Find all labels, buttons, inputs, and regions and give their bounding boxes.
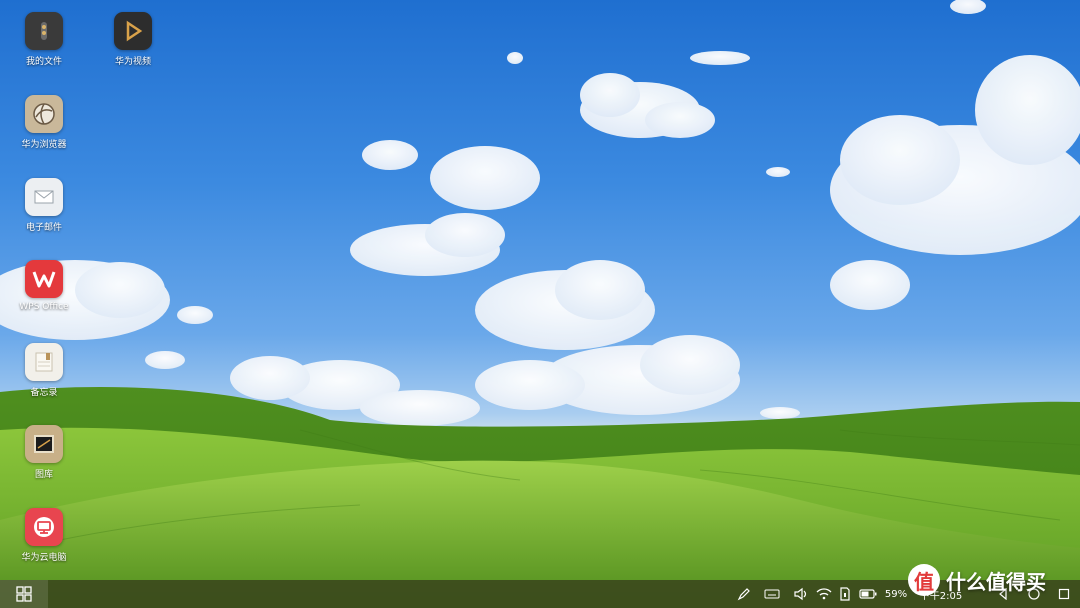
watermark-logo: 值: [908, 564, 940, 596]
desktop-wallpaper: [0, 0, 1080, 608]
desktop-icon-label: 华为浏览器: [21, 140, 67, 150]
desktop-icon-my-files[interactable]: 我的文件: [9, 12, 79, 67]
desktop-icon-label: 电子邮件: [25, 223, 62, 233]
photo-gallery-icon: [25, 425, 63, 463]
folder-files-icon: [25, 12, 63, 50]
battery-percentage: 59%: [884, 588, 908, 600]
app-grid-icon: [16, 586, 32, 602]
desktop-icon-wps-office[interactable]: WPS Office: [9, 260, 79, 312]
wallpaper-landscape: [0, 0, 1080, 608]
desktop-icon-memo[interactable]: 备忘录: [9, 343, 79, 398]
volume-icon[interactable]: [789, 580, 813, 608]
desktop-icon-label: WPS Office: [19, 302, 69, 312]
desktop-icon-email[interactable]: 电子邮件: [9, 178, 79, 233]
desktop-icon-label: 图库: [34, 470, 53, 480]
desktop-icon-label: 华为视频: [114, 57, 151, 67]
notepad-icon: [25, 343, 63, 381]
watermark-text: 什么值得买: [946, 569, 1046, 594]
cloud-pc-icon: [25, 508, 63, 546]
desktop-icon-label: 我的文件: [25, 57, 62, 67]
stylus-icon[interactable]: [733, 580, 755, 608]
desktop-icon-gallery[interactable]: 图库: [9, 425, 79, 480]
mail-envelope-icon: [25, 178, 63, 216]
wps-logo-icon: [25, 260, 63, 298]
battery-icon[interactable]: [855, 580, 881, 608]
wifi-icon[interactable]: [813, 580, 835, 608]
desktop-icon-label: 华为云电脑: [21, 553, 67, 563]
recents-square-icon[interactable]: [1052, 580, 1076, 608]
sim-card-icon[interactable]: [835, 580, 855, 608]
smzdm-watermark: 值 什么值得买: [908, 562, 1046, 598]
desktop-icon-label: 备忘录: [30, 388, 58, 398]
play-video-icon: [114, 12, 152, 50]
globe-browser-icon: [25, 95, 63, 133]
desktop-icon-huawei-browser[interactable]: 华为浏览器: [9, 95, 79, 150]
keyboard-icon[interactable]: [755, 580, 789, 608]
desktop-icon-huawei-video[interactable]: 华为视频: [98, 12, 168, 67]
start-button[interactable]: [0, 580, 48, 608]
desktop-icon-huawei-cloud-pc[interactable]: 华为云电脑: [9, 508, 79, 563]
